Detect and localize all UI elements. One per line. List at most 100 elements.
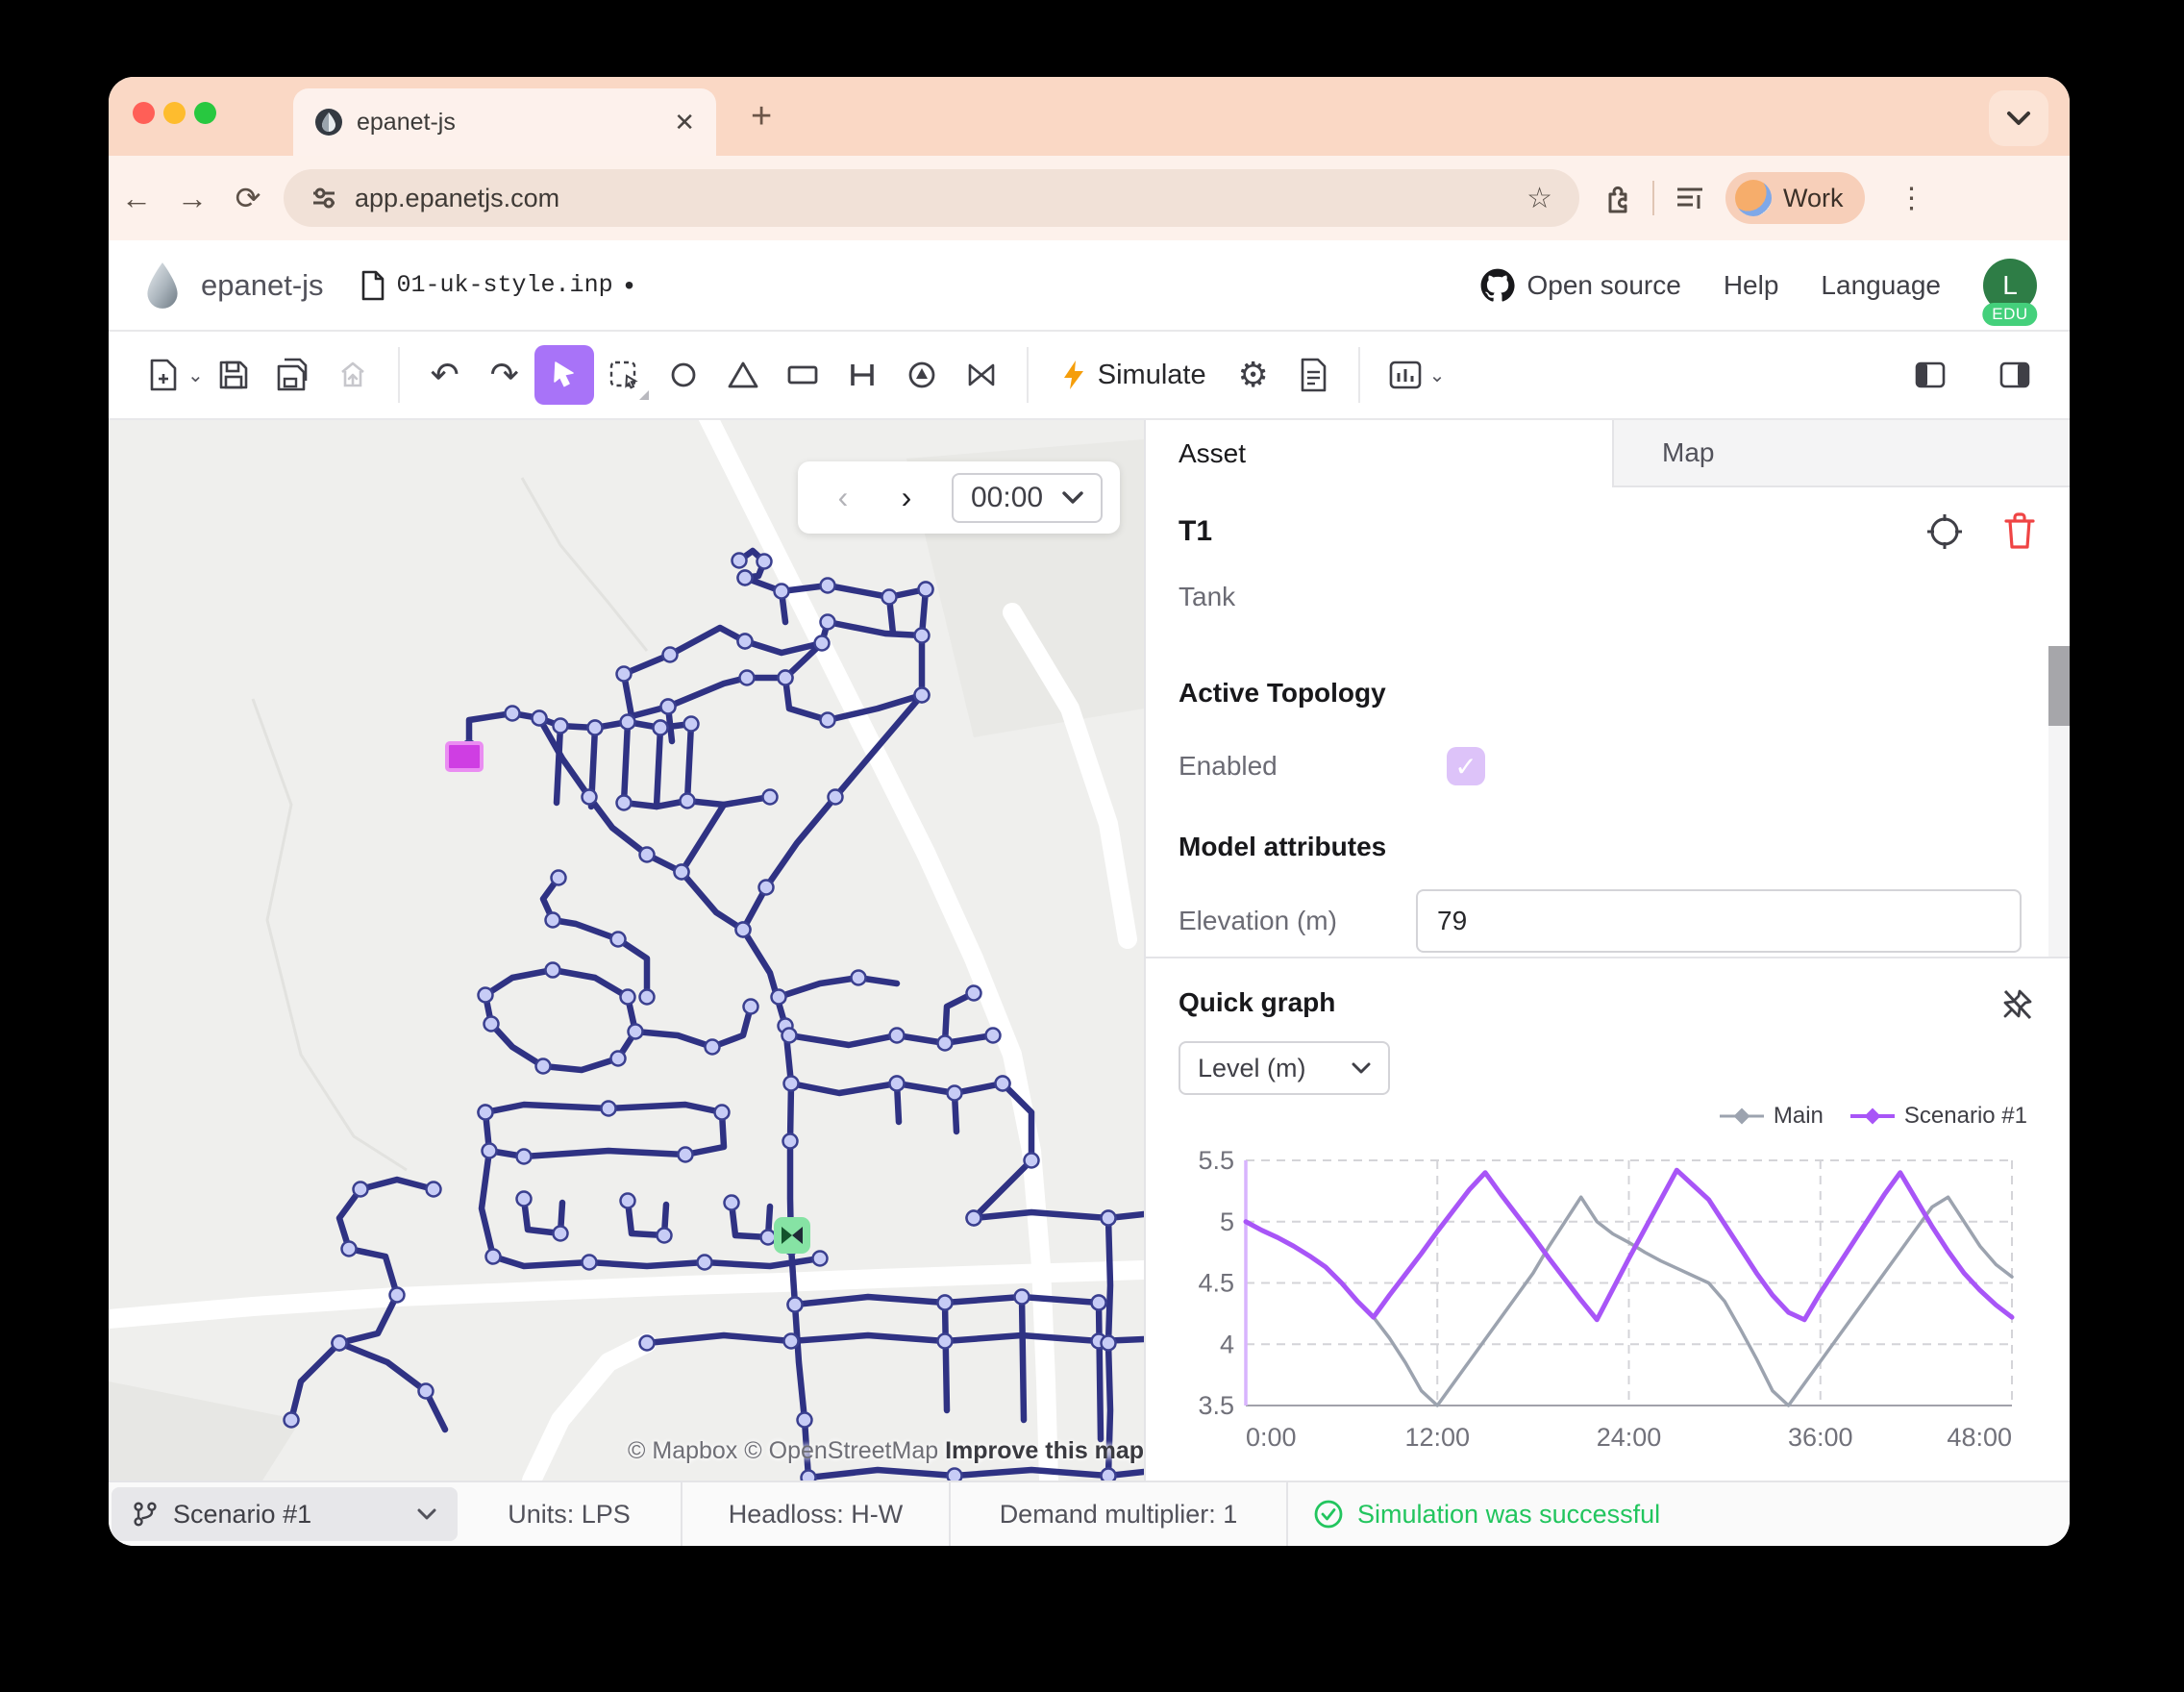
reservoir-tool-button[interactable]	[773, 345, 832, 405]
enabled-label: Enabled	[1179, 751, 1278, 782]
address-bar[interactable]: app.epanetjs.com ☆	[284, 169, 1579, 227]
junction-tool-button[interactable]	[654, 345, 713, 405]
simulation-report-button[interactable]	[1283, 345, 1343, 405]
map-canvas[interactable]: ‹ › 00:00 + − ©	[109, 420, 1144, 1480]
github-icon	[1479, 267, 1516, 304]
language-link[interactable]: Language	[1821, 270, 1941, 301]
elevation-label: Elevation (m)	[1179, 906, 1337, 936]
model-attributes-heading: Model attributes	[1179, 832, 1386, 862]
select-tool-button[interactable]	[534, 345, 594, 405]
svg-text:24:00: 24:00	[1597, 1423, 1662, 1452]
window-minimize-button[interactable]	[163, 102, 186, 124]
svg-text:4.5: 4.5	[1198, 1269, 1234, 1298]
scenario-switcher[interactable]: Scenario #1	[112, 1487, 458, 1541]
app-logo-droplet-icon	[141, 261, 184, 311]
reload-button[interactable]: ⟳	[220, 180, 276, 216]
open-source-link[interactable]: Open source	[1479, 267, 1681, 304]
profile-avatar	[1735, 180, 1772, 216]
time-select[interactable]: 00:00	[952, 473, 1103, 523]
svg-text:12:00: 12:00	[1404, 1423, 1470, 1452]
pipe-tool-button[interactable]	[832, 345, 892, 405]
main-content: ‹ › 00:00 + − ©	[109, 420, 2070, 1480]
panel-toggles	[1900, 345, 2045, 405]
site-settings-icon[interactable]	[310, 185, 337, 212]
chevron-down-icon	[2006, 111, 2031, 126]
new-tab-button[interactable]: +	[751, 98, 772, 135]
graph-parameter-value: Level (m)	[1198, 1054, 1306, 1083]
back-button[interactable]: ←	[109, 181, 164, 216]
panel-scrollbar[interactable]	[2048, 646, 2070, 957]
help-link[interactable]: Help	[1724, 270, 1779, 301]
forward-button[interactable]: →	[164, 181, 220, 216]
lightning-icon	[1061, 359, 1086, 391]
undo-button[interactable]: ↶	[415, 345, 475, 405]
browser-menu-icon[interactable]: ⋮	[1884, 182, 1940, 215]
time-control: ‹ › 00:00	[798, 461, 1120, 534]
svg-text:5: 5	[1220, 1207, 1234, 1236]
profile-chip[interactable]: Work	[1725, 172, 1865, 224]
graph-parameter-select[interactable]: Level (m)	[1179, 1041, 1390, 1095]
enabled-checkbox[interactable]: ✓	[1447, 747, 1485, 785]
lasso-select-tool-button[interactable]	[594, 345, 654, 405]
divider	[1027, 347, 1029, 403]
tank-tool-button[interactable]	[713, 345, 773, 405]
window-zoom-button[interactable]	[194, 102, 216, 124]
unpin-graph-button[interactable]	[1998, 985, 2036, 1029]
time-value: 00:00	[971, 482, 1043, 514]
quick-graph-heading: Quick graph	[1179, 987, 1335, 1018]
user-avatar[interactable]: L EDU	[1983, 259, 2037, 312]
legend-marker-main	[1720, 1107, 1764, 1125]
divider	[398, 347, 400, 403]
extensions-icon[interactable]	[1602, 183, 1633, 213]
tab-close-icon[interactable]: ✕	[674, 108, 695, 137]
divider	[1358, 347, 1360, 403]
toggle-right-panel-button[interactable]	[1985, 345, 2045, 405]
chevron-down-icon	[1062, 491, 1083, 505]
success-check-icon	[1313, 1499, 1344, 1530]
osm-attribution-link[interactable]: © OpenStreetMap	[744, 1437, 938, 1464]
network-map	[109, 420, 1144, 1480]
simulation-status-text: Simulation was successful	[1357, 1500, 1660, 1530]
simulate-button[interactable]: Simulate	[1044, 345, 1224, 405]
open-source-label: Open source	[1527, 270, 1681, 301]
simulation-settings-button[interactable]: ⚙	[1224, 345, 1283, 405]
redo-button[interactable]: ↷	[475, 345, 534, 405]
status-bar: Scenario #1 Units: LPS Headloss: H-W Dem…	[109, 1480, 2070, 1546]
valve-tool-button[interactable]	[952, 345, 1011, 405]
asset-id: T1	[1179, 515, 1212, 548]
divider	[1146, 957, 2070, 958]
bookmark-star-icon[interactable]: ☆	[1526, 182, 1552, 215]
save-as-button[interactable]	[263, 345, 323, 405]
scrollbar-thumb[interactable]	[2048, 646, 2070, 726]
locate-asset-icon[interactable]	[1925, 512, 1964, 551]
improve-map-link[interactable]: Improve this map	[945, 1437, 1144, 1464]
delete-asset-icon[interactable]	[2002, 512, 2037, 551]
browser-toolbar: ← → ⟳ app.epanetjs.com ☆ Work	[109, 156, 2070, 240]
svg-text:0:00: 0:00	[1246, 1423, 1297, 1452]
file-name: 01-uk-style.inp	[397, 271, 613, 299]
map-style-button[interactable]	[1376, 345, 1435, 405]
unsaved-indicator: •	[625, 270, 634, 301]
tab-asset[interactable]: Asset	[1146, 420, 1614, 487]
pump-tool-button[interactable]	[892, 345, 952, 405]
tab-search-button[interactable]	[1989, 90, 2048, 146]
window-close-button[interactable]	[133, 102, 155, 124]
svg-text:36:00: 36:00	[1788, 1423, 1853, 1452]
browser-actions: Work ⋮	[1602, 172, 1940, 224]
time-next-button[interactable]: ›	[879, 480, 934, 515]
time-prev-button[interactable]: ‹	[815, 480, 871, 515]
new-file-button[interactable]	[134, 345, 193, 405]
save-button[interactable]	[204, 345, 263, 405]
file-chip[interactable]: 01-uk-style.inp •	[360, 270, 634, 301]
share-button[interactable]	[323, 345, 383, 405]
tab-map[interactable]: Map	[1614, 420, 2070, 487]
asset-actions	[1925, 512, 2037, 551]
mapbox-attribution-link[interactable]: © Mapbox	[628, 1437, 737, 1464]
toggle-left-panel-button[interactable]	[1900, 345, 1960, 405]
active-scenario-label: Scenario #1	[173, 1500, 402, 1530]
tab-title: epanet-js	[357, 109, 660, 137]
browser-tab[interactable]: epanet-js ✕	[293, 88, 716, 156]
reading-list-icon[interactable]	[1674, 184, 1706, 212]
headloss-status: Headloss: H-W	[681, 1482, 949, 1546]
elevation-input[interactable]	[1416, 889, 2022, 953]
